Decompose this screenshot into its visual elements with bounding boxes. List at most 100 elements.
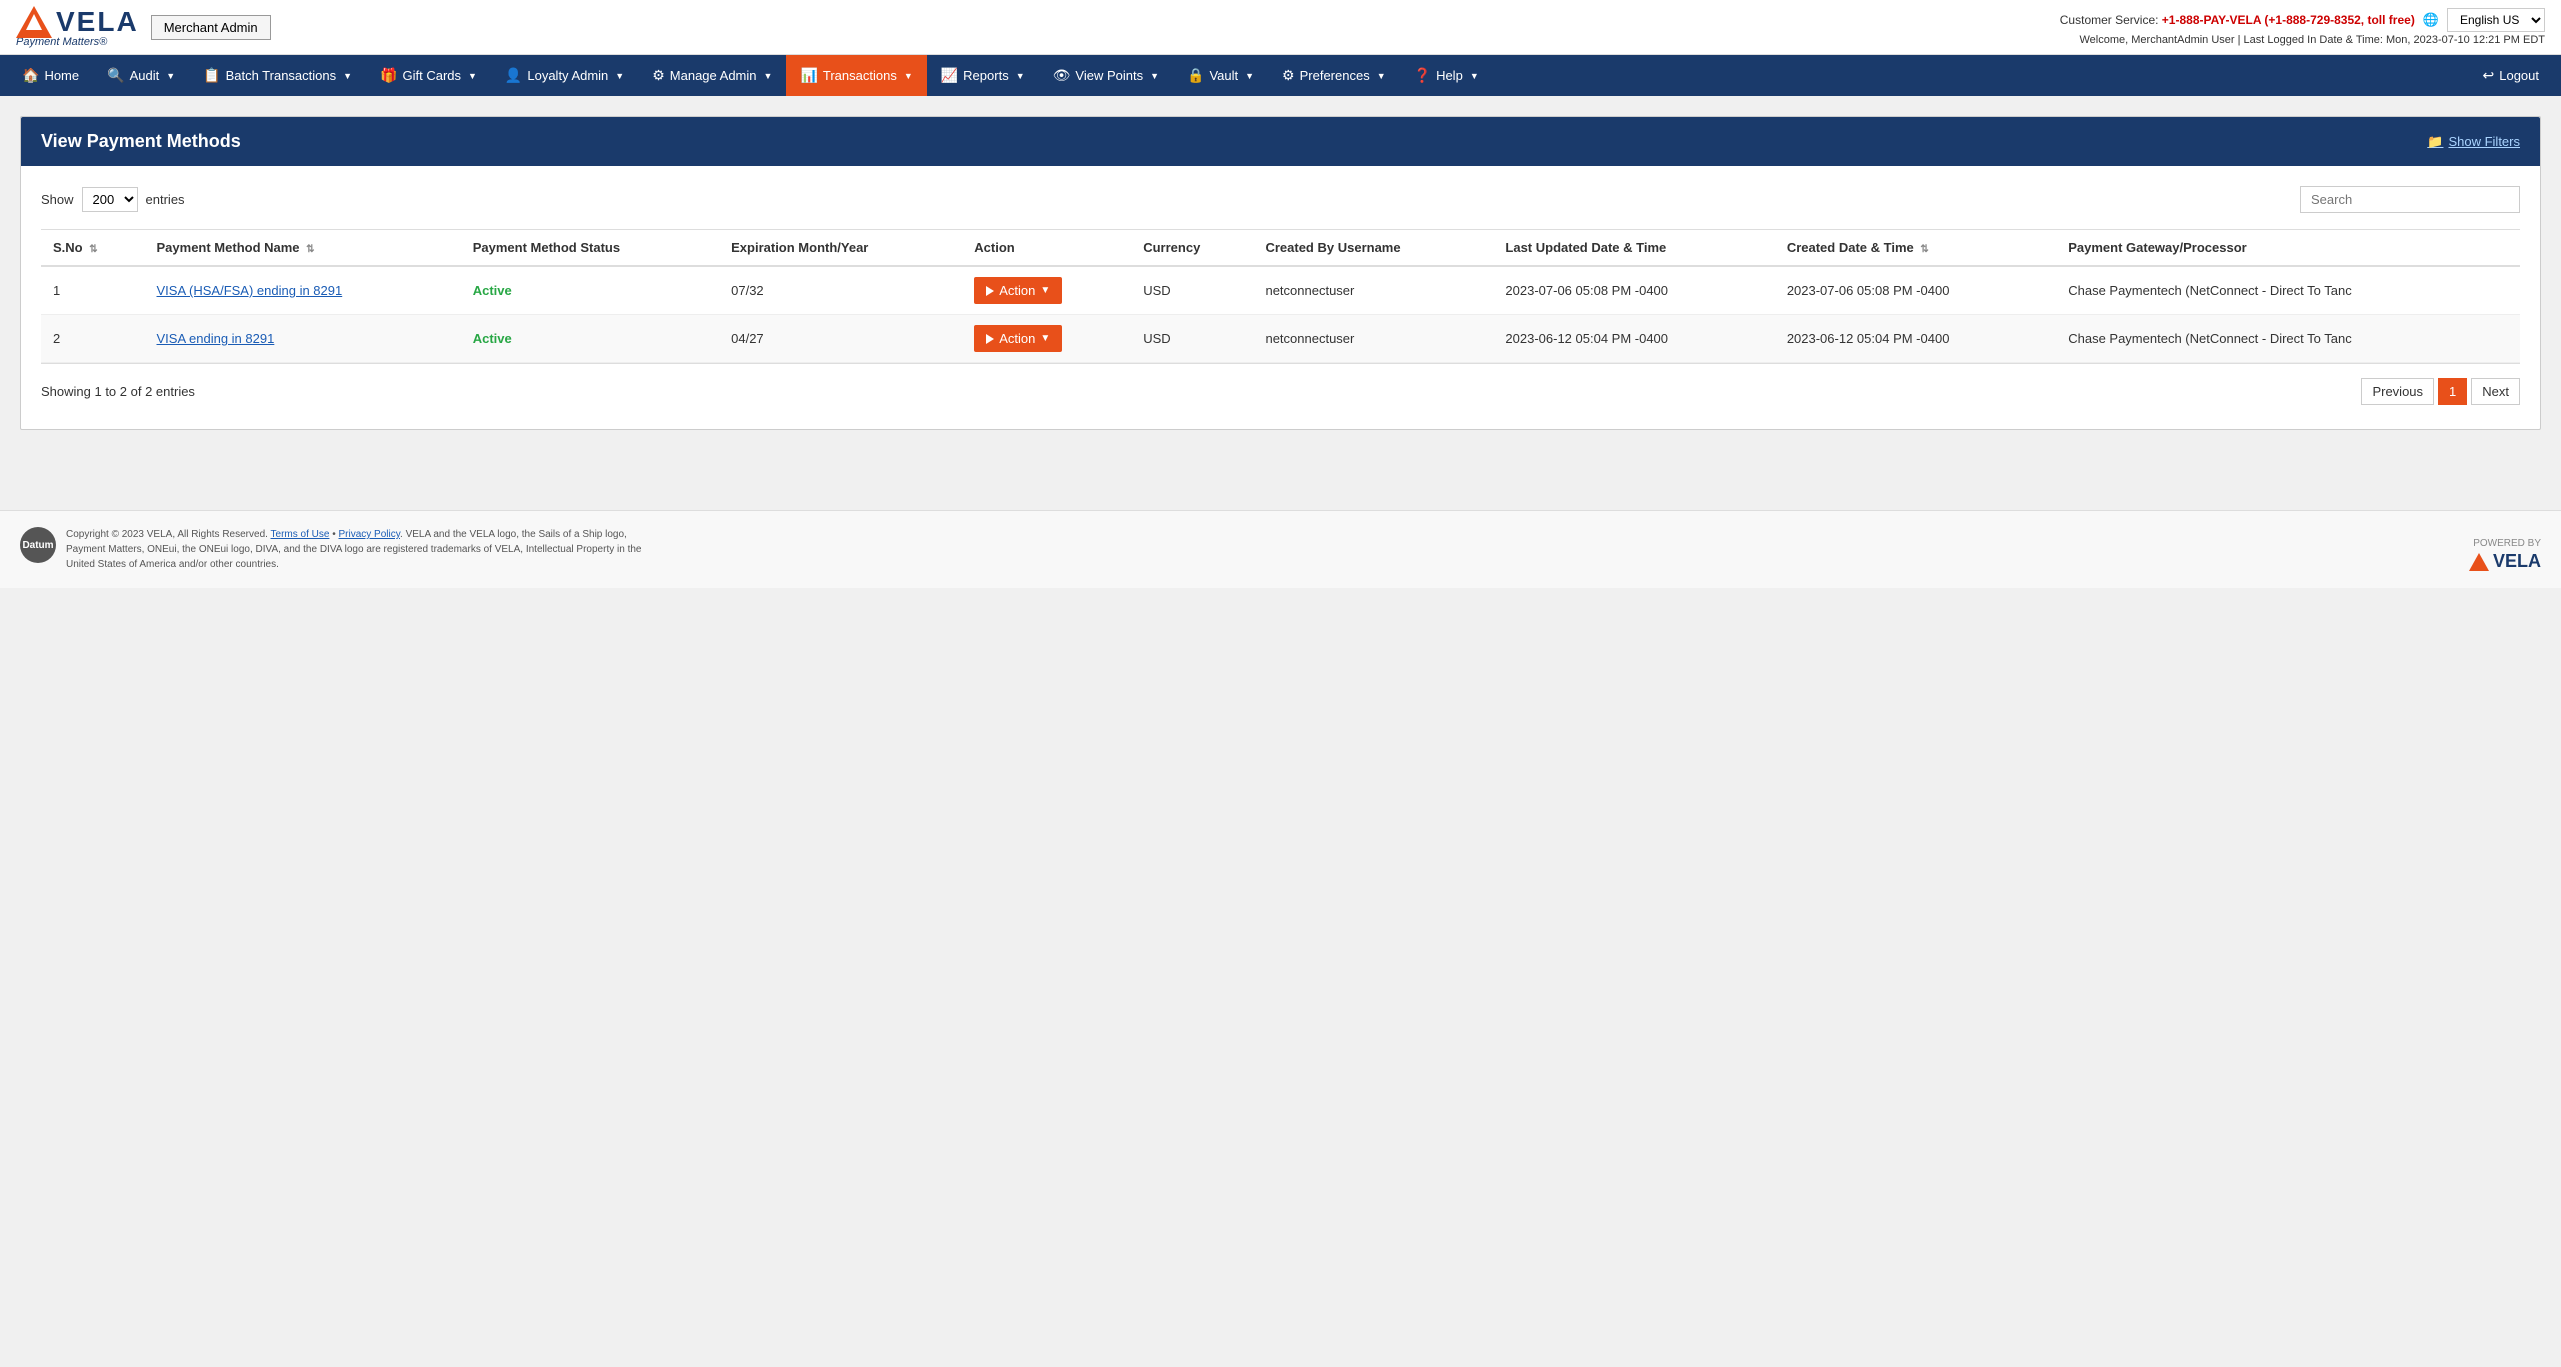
footer: Datum Copyright © 2023 VELA, All Rights …	[0, 510, 2561, 588]
pagination-controls: Previous 1 Next	[2361, 378, 2520, 405]
action-caret-icon: ▼	[1040, 333, 1050, 344]
status-badge: Active	[473, 331, 512, 346]
nav-item-batch[interactable]: 📋 Batch Transactions ▼	[189, 55, 366, 96]
payment-method-link[interactable]: VISA (HSA/FSA) ending in 8291	[157, 283, 343, 298]
cell-username: netconnectuser	[1253, 266, 1493, 315]
col-expiry: Expiration Month/Year	[719, 230, 962, 267]
col-currency: Currency	[1131, 230, 1253, 267]
footer-left: Datum Copyright © 2023 VELA, All Rights …	[20, 527, 666, 572]
loyalty-icon: 👤	[505, 67, 522, 84]
cell-gateway: Chase Paymentech (NetConnect - Direct To…	[2056, 315, 2520, 363]
terms-link[interactable]: Terms of Use	[271, 529, 330, 540]
cell-status: Active	[461, 266, 719, 315]
pagination-area: Showing 1 to 2 of 2 entries Previous 1 N…	[41, 364, 2520, 409]
cell-status: Active	[461, 315, 719, 363]
cell-currency: USD	[1131, 315, 1253, 363]
preferences-caret-icon: ▼	[1377, 71, 1386, 81]
col-last-updated: Last Updated Date & Time	[1493, 230, 1774, 267]
footer-right: POWERED BY VELA	[2469, 538, 2541, 572]
reports-caret-icon: ▼	[1016, 71, 1025, 81]
col-status: Payment Method Status	[461, 230, 719, 267]
cell-expiry: 07/32	[719, 266, 962, 315]
logo: VELA Payment Matters®	[16, 6, 139, 48]
main-panel: View Payment Methods 📁 Show Filters Show…	[20, 116, 2541, 430]
manage-caret-icon: ▼	[764, 71, 773, 81]
search-input[interactable]	[2300, 186, 2520, 213]
panel-body: Show 200 10 25 50 100 entries	[21, 166, 2540, 429]
col-sno: S.No ⇅	[41, 230, 145, 267]
privacy-link[interactable]: Privacy Policy	[339, 529, 401, 540]
nav-item-help[interactable]: ❓ Help ▼	[1400, 55, 1493, 96]
table-row: 2 VISA ending in 8291 Active 04/27 Actio…	[41, 315, 2520, 363]
nav-item-home[interactable]: 🏠 Home	[8, 55, 93, 96]
show-label: Show	[41, 192, 74, 207]
status-badge: Active	[473, 283, 512, 298]
prev-button[interactable]: Previous	[2361, 378, 2434, 405]
loyalty-caret-icon: ▼	[615, 71, 624, 81]
gift-icon: 🎁	[380, 67, 397, 84]
action-button[interactable]: Action ▼	[974, 277, 1062, 304]
cell-action: Action ▼	[962, 315, 1131, 363]
nav-item-audit[interactable]: 🔍 Audit ▼	[93, 55, 189, 96]
table-scroll-wrapper: S.No ⇅ Payment Method Name ⇅ Payment Met…	[41, 229, 2520, 364]
nav-item-reports[interactable]: 📈 Reports ▼	[927, 55, 1039, 96]
footer-triangle-icon	[2469, 553, 2489, 571]
cell-created: 2023-06-12 05:04 PM -0400	[1775, 315, 2056, 363]
nav-item-loyalty[interactable]: 👤 Loyalty Admin ▼	[491, 55, 638, 96]
cell-name: VISA (HSA/FSA) ending in 8291	[145, 266, 461, 315]
batch-caret-icon: ▼	[343, 71, 352, 81]
nav-item-vault[interactable]: 🔒 Vault ▼	[1173, 55, 1268, 96]
cell-gateway: Chase Paymentech (NetConnect - Direct To…	[2056, 266, 2520, 315]
main-content: View Payment Methods 📁 Show Filters Show…	[0, 96, 2561, 450]
batch-icon: 📋	[203, 67, 220, 84]
language-selector[interactable]: English US	[2447, 8, 2545, 32]
show-filters-link[interactable]: 📁 Show Filters	[2427, 134, 2520, 150]
vault-icon: 🔒	[1187, 67, 1204, 84]
nav-item-transactions[interactable]: 📊 Transactions ▼	[786, 55, 926, 96]
vault-caret-icon: ▼	[1245, 71, 1254, 81]
logout-icon: ↩	[2483, 67, 2495, 84]
powered-by-text: POWERED BY	[2473, 538, 2541, 549]
merchant-admin-button[interactable]: Merchant Admin	[151, 15, 271, 40]
entries-select[interactable]: 200 10 25 50 100	[82, 187, 138, 212]
logo-section: VELA Payment Matters® Merchant Admin	[16, 6, 271, 48]
col-gateway: Payment Gateway/Processor	[2056, 230, 2520, 267]
viewpoints-icon: 👁	[1053, 67, 1071, 84]
nav-item-viewpoints[interactable]: 👁 View Points ▼	[1039, 55, 1173, 96]
logo-vela-text: VELA	[56, 6, 139, 38]
sno-sort-icon[interactable]: ⇅	[89, 244, 97, 255]
audit-icon: 🔍	[107, 67, 124, 84]
filter-icon: 📁	[2427, 134, 2443, 150]
logo-text: VELA	[16, 6, 139, 38]
payment-method-link[interactable]: VISA ending in 8291	[157, 331, 275, 346]
table-body: 1 VISA (HSA/FSA) ending in 8291 Active 0…	[41, 266, 2520, 363]
nav-item-logout[interactable]: ↩ Logout	[2469, 55, 2554, 96]
preferences-icon: ⚙	[1282, 67, 1295, 84]
nav-item-gift[interactable]: 🎁 Gift Cards ▼	[366, 55, 491, 96]
created-sort-icon[interactable]: ⇅	[1920, 244, 1928, 255]
page-1-button[interactable]: 1	[2438, 378, 2467, 405]
customer-service-row: Customer Service: +1-888-PAY-VELA (+1-88…	[2060, 8, 2545, 32]
transactions-caret-icon: ▼	[904, 71, 913, 81]
action-caret-icon: ▼	[1040, 285, 1050, 296]
name-sort-icon[interactable]: ⇅	[306, 244, 314, 255]
nav-item-manage[interactable]: ⚙ Manage Admin ▼	[638, 55, 786, 96]
play-icon	[986, 334, 994, 344]
action-button[interactable]: Action ▼	[974, 325, 1062, 352]
help-icon: ❓	[1414, 67, 1431, 84]
welcome-text: Welcome, MerchantAdmin User | Last Logge…	[2060, 34, 2545, 46]
globe-icon: 🌐	[2423, 12, 2439, 28]
footer-text: Copyright © 2023 VELA, All Rights Reserv…	[66, 527, 666, 572]
cell-sno: 1	[41, 266, 145, 315]
entries-label: entries	[146, 192, 185, 207]
gift-caret-icon: ▼	[468, 71, 477, 81]
home-icon: 🏠	[22, 67, 39, 84]
nav-item-preferences[interactable]: ⚙ Preferences ▼	[1268, 55, 1400, 96]
show-entries-control: Show 200 10 25 50 100 entries	[41, 187, 185, 212]
table-row: 1 VISA (HSA/FSA) ending in 8291 Active 0…	[41, 266, 2520, 315]
table-controls: Show 200 10 25 50 100 entries	[41, 186, 2520, 213]
next-button[interactable]: Next	[2471, 378, 2520, 405]
col-name: Payment Method Name ⇅	[145, 230, 461, 267]
cell-currency: USD	[1131, 266, 1253, 315]
footer-vela-text: VELA	[2493, 551, 2541, 572]
